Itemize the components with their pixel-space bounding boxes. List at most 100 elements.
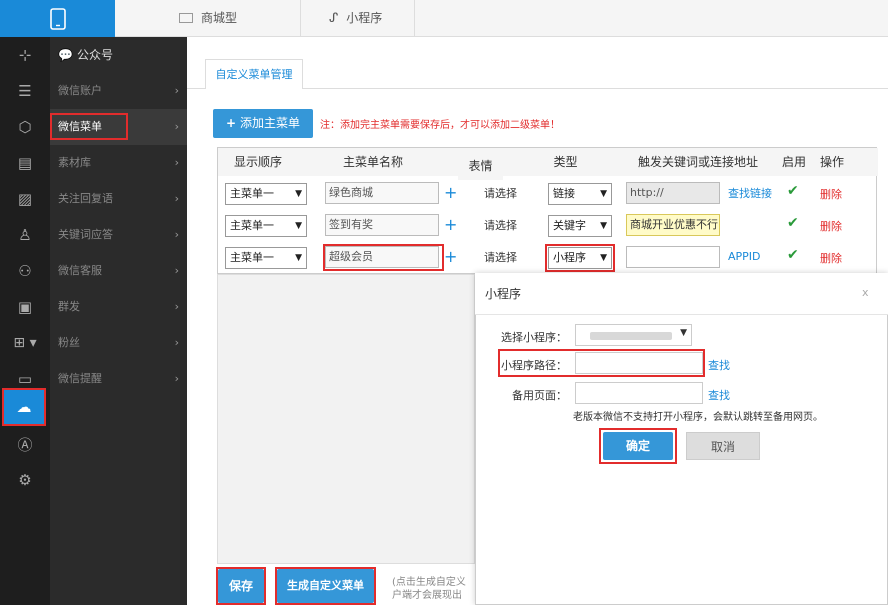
check-icon[interactable]: ✔	[787, 183, 799, 199]
footer-note-line-2: 户端才会展现出	[392, 590, 462, 601]
rail-list[interactable]: ☰	[0, 73, 50, 109]
grid-icon: ⊞ ▾	[13, 335, 37, 351]
sidebar-item-broadcast[interactable]: 群发 ›	[50, 289, 187, 325]
sidebar-item-label: 微信提醒	[58, 372, 102, 385]
type-value: 关键字	[553, 219, 586, 232]
rail-image[interactable]: ▨	[0, 181, 50, 217]
dialog-title-bar: 小程序	[475, 273, 888, 315]
tab-custom-menu[interactable]: 自定义菜单管理	[205, 59, 303, 89]
sidebar-item-label: 微信客服	[58, 264, 102, 277]
confirm-button[interactable]: 确定	[603, 432, 673, 460]
org-chart-icon: ⚇	[18, 262, 32, 280]
plus-icon[interactable]: +	[444, 183, 457, 203]
caret-down-icon: ▼	[600, 221, 607, 231]
sidebar-item-keyword[interactable]: 关键词应答 ›	[50, 217, 187, 253]
tablet-icon: ▭	[17, 370, 33, 388]
sidebar-item-materials[interactable]: 素材库 ›	[50, 145, 187, 181]
rail-wechat[interactable]: ☁	[4, 390, 44, 424]
menu-table: 显示顺序 主菜单名称 表情 类型 触发关键词或连接地址 启用 操作	[217, 147, 878, 274]
delete-link[interactable]: 删除	[820, 250, 842, 266]
miniprogram-select[interactable]: ▼	[575, 324, 692, 346]
check-icon[interactable]: ✔	[787, 215, 799, 231]
target-input[interactable]: http://	[626, 182, 720, 204]
miniprogram-icon: ᔑ	[329, 11, 339, 26]
emoji-select[interactable]: 请选择	[484, 248, 517, 268]
type-select[interactable]: 关键字 ▼	[548, 215, 612, 237]
content-area	[217, 274, 475, 564]
image-icon: ▨	[17, 190, 33, 208]
submenu-header-label: 公众号	[76, 48, 113, 62]
caret-down-icon: ▼	[600, 253, 607, 263]
tab-miniprogram[interactable]: ᔑ 小程序	[301, 0, 415, 37]
chevron-right-icon: ›	[174, 264, 179, 277]
rail-doc[interactable]: ▤	[0, 145, 50, 181]
rail-org[interactable]: ⚇	[0, 253, 50, 289]
sidebar-item-label: 微信账户	[58, 84, 102, 97]
save-button[interactable]: 保存	[218, 569, 264, 603]
find-link[interactable]: 查找链接	[728, 185, 772, 201]
close-icon[interactable]: x	[862, 286, 869, 299]
caret-down-icon: ▼	[295, 221, 302, 231]
sidebar-item-label: 粉丝	[58, 336, 80, 349]
dialog-title: 小程序	[485, 287, 522, 301]
rail-box[interactable]: ⬡	[0, 109, 50, 145]
keyword-input[interactable]: 商城开业优惠不行	[626, 214, 720, 236]
rail-user[interactable]: ♙	[0, 217, 50, 253]
sidebar-item-follow-reply[interactable]: 关注回复语 ›	[50, 181, 187, 217]
tab-shop[interactable]: 商城型	[167, 0, 301, 37]
type-select[interactable]: 链接 ▼	[548, 183, 612, 205]
delete-link[interactable]: 删除	[820, 186, 842, 202]
menu-name-input[interactable]: 绿色商城	[325, 182, 439, 204]
rail-settings[interactable]: ⚙	[0, 462, 50, 498]
notice-text: 注：添加完主菜单需要保存后，才可以添加二级菜单！	[320, 120, 560, 131]
sidebar-item-reminder[interactable]: 微信提醒 ›	[50, 361, 187, 397]
mobile-view-button[interactable]	[0, 0, 115, 37]
order-select[interactable]: 主菜单一 ▼	[225, 247, 307, 269]
plus-icon[interactable]: +	[444, 215, 457, 235]
path-find-link[interactable]: 查找	[708, 357, 730, 373]
sidebar-item-label: 关注回复语	[58, 192, 113, 205]
type-select[interactable]: 小程序 ▼	[548, 247, 612, 269]
phone-icon	[50, 8, 66, 30]
path-input[interactable]	[575, 352, 703, 374]
chevron-right-icon: ›	[174, 192, 179, 205]
caret-down-icon: ▼	[680, 328, 687, 338]
rail-appstore[interactable]: Ⓐ	[0, 426, 50, 462]
plus-icon[interactable]: +	[444, 247, 457, 267]
generate-menu-button[interactable]: 生成自定义菜单	[277, 569, 374, 603]
plus-icon: +	[225, 116, 237, 130]
menu-name-input[interactable]: 签到有奖	[325, 214, 439, 236]
sidebar-item-fans[interactable]: 粉丝 ›	[50, 325, 187, 361]
footer-note: (点击生成自定义 户端才会展现出	[392, 576, 474, 602]
rail-clipboard[interactable]: ▣	[0, 289, 50, 325]
select-miniprogram-label: 选择小程序：	[501, 331, 567, 344]
rail-decor[interactable]: ⊹	[0, 37, 50, 73]
appid-label[interactable]: APPID	[728, 250, 761, 263]
cancel-button[interactable]: 取消	[686, 432, 760, 460]
delete-link[interactable]: 删除	[820, 218, 842, 234]
order-select[interactable]: 主菜单一 ▼	[225, 215, 307, 237]
clipboard-icon: ▣	[17, 298, 33, 316]
emoji-select[interactable]: 请选择	[484, 216, 517, 236]
col-emoji: 表情	[458, 152, 503, 180]
top-bar	[0, 0, 888, 37]
rail-grid[interactable]: ⊞ ▾	[0, 325, 50, 361]
add-main-menu-button[interactable]: + 添加主菜单	[213, 109, 313, 138]
type-value: 小程序	[553, 251, 586, 264]
order-select[interactable]: 主菜单一 ▼	[225, 183, 307, 205]
col-enabled: 启用	[774, 148, 814, 176]
appid-input[interactable]	[626, 246, 720, 268]
sidebar-item-menu[interactable]: 微信菜单 ›	[50, 109, 187, 145]
sidebar-item-account[interactable]: 微信账户 ›	[50, 73, 187, 109]
submenu-header: 💬 公众号	[50, 37, 187, 73]
document-icon: ▤	[17, 154, 33, 172]
backup-find-link[interactable]: 查找	[708, 387, 730, 403]
chevron-right-icon: ›	[174, 156, 179, 169]
order-value: 主菜单一	[230, 219, 274, 232]
sidebar-item-service[interactable]: 微信客服 ›	[50, 253, 187, 289]
sidebar-submenu: 💬 公众号 微信账户 › 微信菜单 › 素材库 › 关注回复语 › 关键词应答 › 微信客服…	[50, 37, 187, 605]
check-icon[interactable]: ✔	[787, 247, 799, 263]
backup-input[interactable]	[575, 382, 703, 404]
emoji-select[interactable]: 请选择	[484, 184, 517, 204]
menu-name-input[interactable]: 超级会员	[325, 246, 439, 268]
